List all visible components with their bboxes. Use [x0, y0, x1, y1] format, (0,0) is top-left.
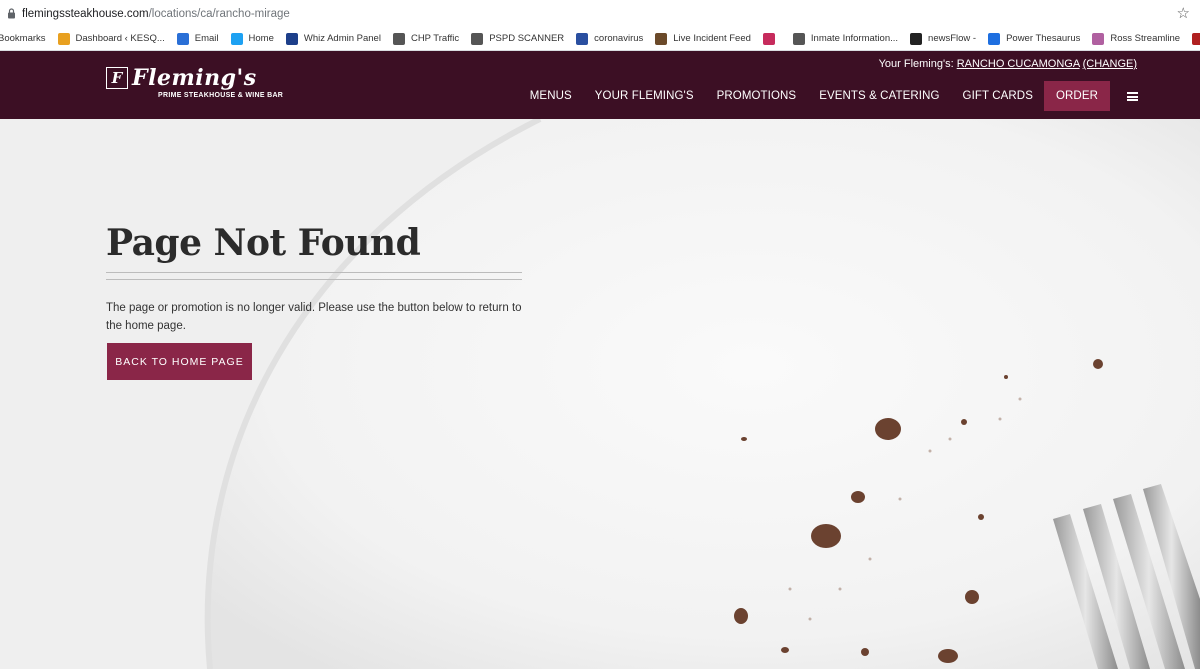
bookmark-label: Whiz Admin Panel — [303, 33, 381, 44]
bookmark-item[interactable]: Inmate Information... — [792, 32, 899, 45]
bookmark-label: newsFlow - — [928, 33, 977, 44]
bookmark-item[interactable]: Dashboard ‹ KESQ... — [57, 32, 165, 45]
bookmark-label: Email — [194, 33, 219, 44]
nav-your-flemings[interactable]: YOUR FLEMING'S — [595, 90, 694, 102]
bookmarks-bar: Bookmarks Dashboard ‹ KESQ... Email Home Whi… — [0, 27, 1200, 51]
bookmark-item[interactable]: Home — [230, 32, 274, 45]
logo-tagline: PRIME STEAKHOUSE & WINE BAR — [158, 92, 284, 99]
bookmark-item[interactable]: Power Thesaurus — [988, 32, 1081, 45]
lock-icon — [4, 7, 18, 21]
flemings-logo[interactable]: F Fleming's PRIME STEAKHOUSE & WINE BAR — [106, 67, 283, 99]
bookmark-label: Inmate Information... — [810, 33, 899, 44]
bookmark-item[interactable] — [762, 32, 781, 45]
bookmark-label: Power Thesaurus — [1006, 33, 1081, 44]
bookmark-item[interactable]: Ross Streamline — [1092, 32, 1181, 45]
bookmark-label: Home — [248, 33, 274, 44]
bookmark-favicon-icon — [176, 32, 189, 45]
logo-name: Fleming's — [132, 65, 257, 91]
bookmark-favicon-icon — [988, 32, 1001, 45]
bookmark-favicon-icon — [392, 32, 405, 45]
bookmark-item[interactable]: Whiz Admin Panel — [285, 32, 381, 45]
hero-background — [0, 119, 1200, 669]
bookmark-item[interactable]: PSPD SCANNER — [471, 32, 565, 45]
bookmark-item[interactable]: newsFlow - — [910, 32, 977, 45]
back-to-home-button[interactable]: BACK TO HOME PAGE — [107, 343, 252, 380]
bookmark-label: Bookmarks — [0, 33, 46, 44]
bookmark-favicon-icon — [1092, 32, 1105, 45]
bookmark-item[interactable]: Live Incident Feed — [655, 32, 751, 45]
bookmark-favicon-icon — [576, 32, 589, 45]
hamburger-menu-icon[interactable] — [1127, 92, 1138, 101]
site-header: F Fleming's PRIME STEAKHOUSE & WINE BAR … — [0, 51, 1200, 119]
nav-events-catering[interactable]: EVENTS & CATERING — [819, 90, 939, 102]
bookmark-item[interactable]: coronavirus — [576, 32, 644, 45]
bookmark-favicon-icon — [655, 32, 668, 45]
bookmark-favicon-icon — [762, 32, 775, 45]
bookmark-favicon-icon — [57, 32, 70, 45]
bookmark-favicon-icon — [792, 32, 805, 45]
bookmark-item[interactable]: Riverside County S... — [1192, 32, 1200, 45]
bookmark-favicon-icon — [1192, 32, 1200, 45]
bookmark-label: coronavirus — [594, 33, 644, 44]
bookmark-favicon-icon — [910, 32, 923, 45]
page-title: Page Not Found — [106, 222, 421, 264]
bookmark-label: Live Incident Feed — [673, 33, 751, 44]
bookmark-label: PSPD SCANNER — [489, 33, 565, 44]
nav-gift-cards[interactable]: GIFT CARDS — [963, 90, 1033, 102]
bookmark-item[interactable]: CHP Traffic — [392, 32, 460, 45]
bookmark-label: Dashboard ‹ KESQ... — [75, 33, 165, 44]
location-link[interactable]: RANCHO CUCAMONGA — [957, 58, 1080, 70]
bookmark-star-icon[interactable]: ☆ — [1177, 4, 1190, 22]
nav-menus[interactable]: MENUS — [530, 90, 572, 102]
order-button[interactable]: ORDER — [1043, 81, 1110, 111]
bookmark-item[interactable]: Bookmarks — [0, 33, 46, 44]
logo-mark: F — [106, 67, 128, 89]
plate-image — [0, 119, 1200, 669]
title-divider — [106, 272, 522, 280]
change-location-link[interactable]: (CHANGE) — [1083, 58, 1137, 70]
bookmark-favicon-icon — [285, 32, 298, 45]
bookmark-label: CHP Traffic — [410, 33, 460, 44]
bookmark-item[interactable]: Email — [176, 32, 219, 45]
bookmark-favicon-icon — [471, 32, 484, 45]
bookmark-label: Ross Streamline — [1110, 33, 1181, 44]
error-message: The page or promotion is no longer valid… — [106, 302, 522, 332]
main-nav: MENUS YOUR FLEMING'S PROMOTIONS EVENTS &… — [507, 81, 1138, 111]
bookmark-favicon-icon — [230, 32, 243, 45]
url-text[interactable]: flemingssteakhouse.com/locations/ca/ranc… — [22, 8, 290, 20]
page-not-found-content: Page Not Found The page or promotion is … — [106, 222, 522, 335]
nav-promotions[interactable]: PROMOTIONS — [717, 90, 797, 102]
browser-address-bar[interactable]: flemingssteakhouse.com/locations/ca/ranc… — [0, 0, 1200, 27]
your-flemings-location: Your Fleming's: RANCHO CUCAMONGA (CHANGE… — [879, 58, 1137, 70]
your-flemings-label: Your Fleming's: — [878, 58, 954, 70]
